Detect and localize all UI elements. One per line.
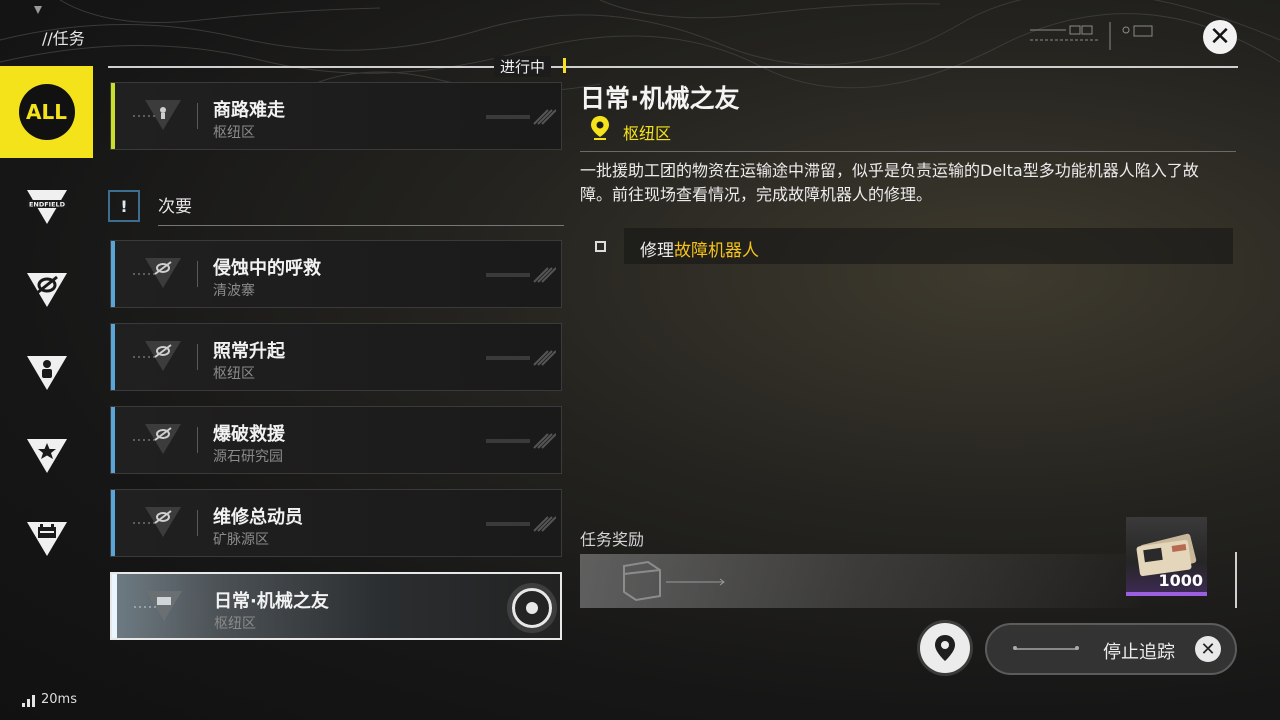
quest-name: 侵蚀中的呼救	[213, 258, 321, 279]
objective-prefix: 修理	[640, 241, 674, 261]
quest-card-selected[interactable]: 日常·机械之友 枢纽区	[110, 572, 562, 640]
quest-location: 清波寨	[213, 283, 255, 299]
quest-watermark	[486, 433, 556, 449]
quest-type-bar	[111, 324, 115, 390]
supply-crate-icon	[623, 560, 725, 602]
category-character[interactable]	[0, 330, 93, 413]
map-pin-icon	[935, 635, 955, 661]
section-header-secondary: ! 次要	[108, 186, 564, 226]
section-divider	[158, 225, 564, 226]
quest-watermark	[486, 267, 556, 283]
tab-accent-mark	[563, 58, 566, 73]
page-title: //任务	[42, 29, 85, 48]
section-title: 次要	[158, 197, 192, 217]
quest-separator	[197, 427, 198, 453]
quest-location: 枢纽区	[213, 125, 255, 141]
objective-checkbox-icon	[595, 241, 606, 252]
quest-location: 源石研究园	[213, 449, 283, 465]
quest-card[interactable]: 照常升起 枢纽区	[110, 323, 562, 391]
quest-detail-location: 枢纽区	[623, 124, 672, 143]
currency-notes-icon	[1136, 533, 1197, 577]
close-button[interactable]: ✕	[1203, 20, 1237, 54]
cancel-icon: ✕	[1195, 636, 1221, 662]
category-sidebar: ALL ENDFIELD	[0, 66, 93, 576]
network-status: 20ms	[22, 692, 77, 707]
quest-name: 爆破救援	[213, 424, 285, 445]
quest-card[interactable]: 侵蚀中的呼救 清波寨	[110, 240, 562, 308]
quest-location: 枢纽区	[213, 366, 255, 382]
quest-name: 照常升起	[213, 341, 285, 362]
objective-target: 故障机器人	[674, 241, 759, 261]
category-daily[interactable]	[0, 496, 93, 579]
reward-count: 1000	[1158, 571, 1203, 590]
quest-location: 枢纽区	[214, 616, 256, 632]
stop-tracking-button[interactable]: 停止追踪 ✕	[985, 623, 1237, 675]
brand-triangle-icon	[34, 6, 42, 14]
side-quest-icon	[133, 258, 181, 288]
endfield-icon: ENDFIELD	[26, 189, 67, 224]
quest-separator	[197, 103, 198, 129]
side-quest-icon	[133, 507, 181, 537]
reward-label: 任务奖励	[580, 530, 645, 549]
signal-bars-icon	[22, 695, 35, 707]
reward-item-slot[interactable]: 1000	[1126, 517, 1207, 596]
objective-text: 修理故障机器人	[640, 236, 759, 261]
quest-type-bar	[111, 490, 115, 556]
close-icon: ✕	[1209, 22, 1231, 52]
quest-type-bar	[111, 83, 115, 149]
all-icon: ALL	[18, 84, 75, 140]
endfield-icon-text: ENDFIELD	[28, 200, 65, 208]
ring-triangle-icon	[26, 272, 67, 307]
category-featured[interactable]	[0, 413, 93, 496]
map-locate-button[interactable]	[920, 623, 970, 673]
quest-watermark	[486, 109, 556, 125]
star-triangle-icon	[26, 438, 67, 473]
quest-separator	[197, 510, 198, 536]
category-all[interactable]: ALL	[0, 66, 93, 158]
quest-watermark	[486, 516, 556, 532]
category-endfield[interactable]: ENDFIELD	[0, 164, 93, 247]
side-quest-icon	[133, 341, 181, 371]
quest-name: 维修总动员	[213, 507, 303, 528]
stop-tracking-decoration	[1013, 646, 1079, 650]
tracking-target-icon[interactable]	[512, 588, 552, 628]
quest-name: 日常·机械之友	[214, 591, 329, 612]
quest-card[interactable]: 维修总动员 矿脉源区	[110, 489, 562, 557]
detail-divider	[580, 151, 1236, 152]
quest-description: 一批援助工团的物资在运输途中滞留，似乎是负责运输的Delta型多功能机器人陷入了…	[580, 161, 1199, 204]
header-divider	[108, 66, 1238, 68]
calendar-triangle-icon	[26, 521, 67, 556]
quest-separator	[197, 261, 198, 287]
main-quest-icon	[133, 100, 181, 130]
quest-type-bar	[112, 574, 117, 638]
reward-edge-marker	[1235, 552, 1237, 608]
side-quest-icon	[133, 424, 181, 454]
quest-card-main[interactable]: 商路难走 枢纽区	[110, 82, 562, 150]
secondary-marker-icon: !	[108, 190, 140, 222]
quest-type-bar	[111, 241, 115, 307]
ping-value: 20ms	[41, 692, 77, 707]
hud-decoration	[1030, 22, 1153, 50]
location-pin-icon	[591, 116, 609, 140]
person-triangle-icon	[26, 355, 67, 390]
stop-tracking-label: 停止追踪	[1103, 642, 1175, 663]
quest-detail-title: 日常·机械之友	[580, 84, 740, 113]
quest-separator	[198, 594, 199, 620]
quest-card[interactable]: 爆破救援 源石研究园	[110, 406, 562, 474]
quest-location: 矿脉源区	[213, 532, 269, 548]
quest-type-bar	[111, 407, 115, 473]
daily-quest-icon	[134, 591, 182, 621]
quest-name: 商路难走	[213, 100, 285, 121]
quest-separator	[197, 344, 198, 370]
tab-in-progress[interactable]: 进行中	[494, 56, 552, 77]
category-world[interactable]	[0, 247, 93, 330]
quest-watermark	[486, 350, 556, 366]
